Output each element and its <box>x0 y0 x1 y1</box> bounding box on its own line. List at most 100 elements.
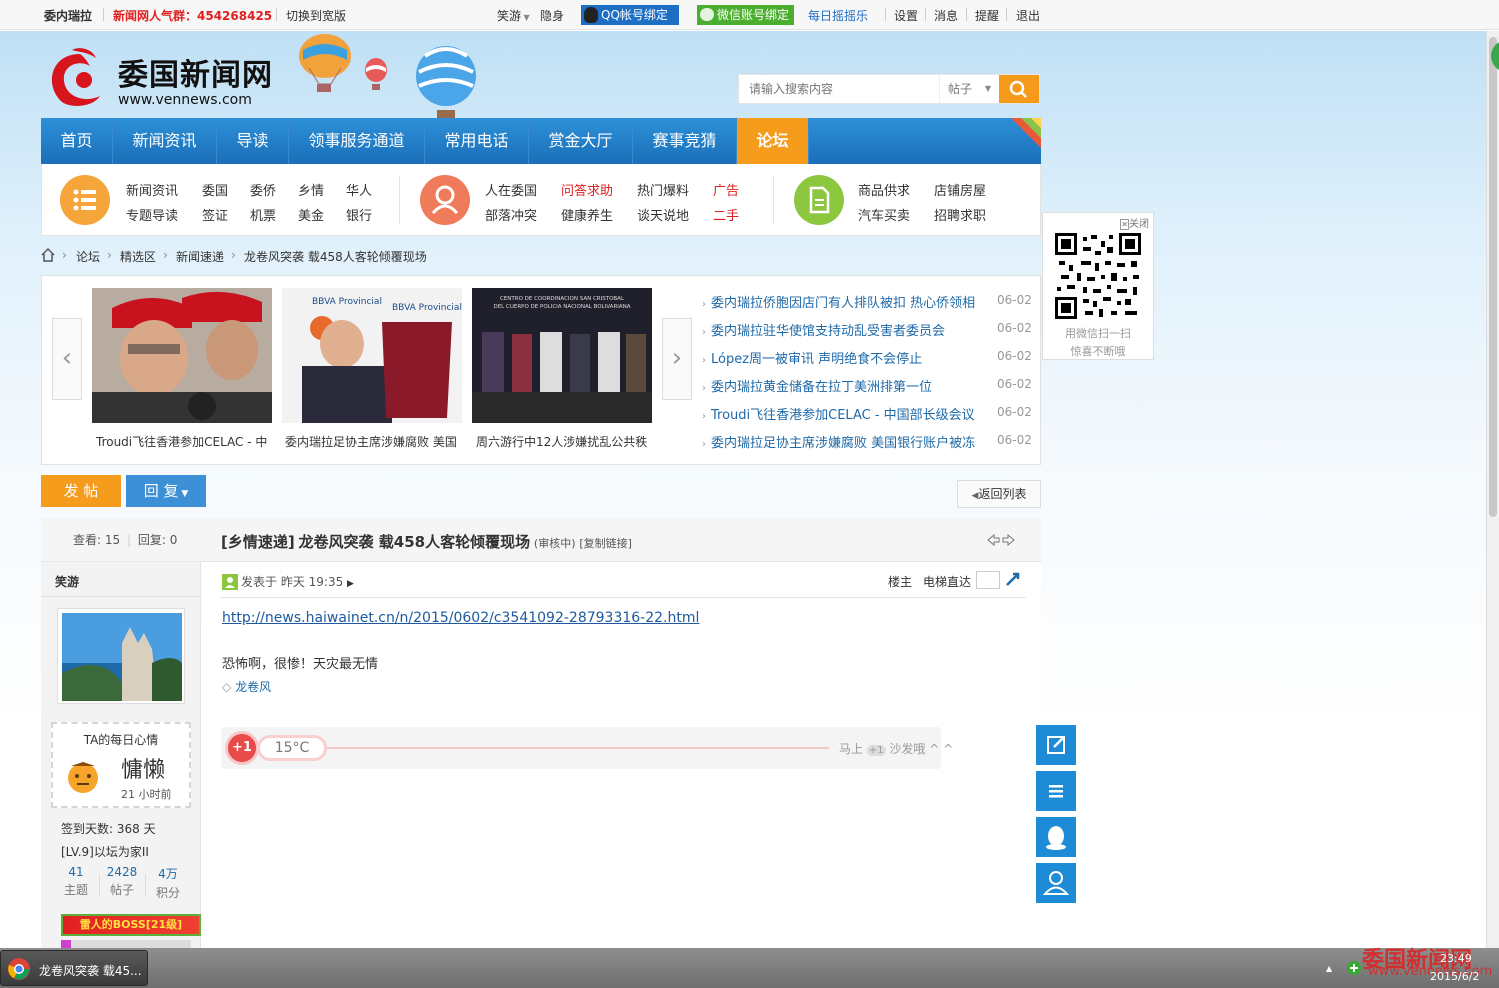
breadcrumb-forum[interactable]: 论坛 <box>76 248 100 265</box>
nav-guide[interactable]: 导读 <box>217 118 289 164</box>
wechat-qr-popup: ✕关闭 用微信扫一扫 惊喜不断哦 <box>1042 212 1154 360</box>
logout-link[interactable]: 退出 <box>1016 7 1040 24</box>
subnav-link[interactable]: 二手 <box>713 205 739 224</box>
subnav-link[interactable]: 问答求助 <box>561 180 613 199</box>
nav-news[interactable]: 新闻资讯 <box>113 118 217 164</box>
nav-contest[interactable]: 赛事竞猜 <box>633 118 737 164</box>
logo-url: www.vennews.com <box>118 92 252 108</box>
reply-button[interactable]: 回 复 ▼ <box>126 475 206 507</box>
post-tag[interactable]: ◇ 龙卷风 <box>222 678 271 695</box>
qr-close-button[interactable]: ✕关闭 <box>1120 215 1149 230</box>
carousel-caption[interactable]: 委内瑞拉足协主席涉嫌腐败 美国 <box>285 433 465 450</box>
stat-posts[interactable]: 2428 帖子 <box>99 865 145 898</box>
wechat-bind-button[interactable]: 微信账号绑定 <box>697 5 794 25</box>
stat-points[interactable]: 4万 积分 <box>145 865 191 901</box>
copy-link[interactable]: [复制链接] <box>579 537 632 550</box>
clock-time[interactable]: 23:49 <box>1440 952 1472 965</box>
nav-phones[interactable]: 常用电话 <box>425 118 529 164</box>
nav-home[interactable]: 首页 <box>41 118 113 164</box>
subnav-link[interactable]: 部落冲突 <box>485 205 537 224</box>
stat-threads[interactable]: 41 主题 <box>53 865 99 898</box>
go-arrow-icon[interactable] <box>1005 571 1021 587</box>
post-link[interactable]: http://news.haiwainet.cn/n/2015/0602/c35… <box>222 610 699 626</box>
site-logo[interactable]: 委国新闻网 www.vennews.com <box>40 46 280 110</box>
prev-next-thread-icon[interactable] <box>986 533 1016 547</box>
messages-link[interactable]: 消息 <box>934 7 958 24</box>
qq-bind-button[interactable]: QQ帐号绑定 <box>581 5 679 25</box>
breadcrumb-current[interactable]: 龙卷风突袭 载458人客轮倾覆现场 <box>244 248 427 265</box>
shake-link[interactable]: 每日摇摇乐 <box>808 7 868 24</box>
news-item[interactable]: › 委内瑞拉足协主席涉嫌腐败 美国银行账户被冻 06-02 <box>702 432 1032 451</box>
svg-text:DEL CUERPO DE POLICIA NACIONAL: DEL CUERPO DE POLICIA NACIONAL BOLIVARIA… <box>493 304 630 310</box>
scrollbar-thumb[interactable] <box>1489 37 1497 517</box>
search-category-select[interactable]: 帖子 ▼ <box>939 75 999 103</box>
settings-link[interactable]: 设置 <box>894 7 918 24</box>
carousel-next-button[interactable]: › <box>662 318 692 400</box>
news-item[interactable]: › 委内瑞拉驻华使馆支持动乱受害者委员会 06-02 <box>702 320 1032 339</box>
subnav-link[interactable]: 热门爆料 <box>637 180 689 199</box>
subnav-link[interactable]: 谈天说地 <box>637 205 689 224</box>
invisible-link[interactable]: 隐身 <box>540 7 564 24</box>
subnav-link[interactable]: 人在委国 <box>485 180 537 199</box>
subnav-link[interactable]: 广告 <box>713 180 739 199</box>
subnav-link[interactable]: 乡情 <box>298 180 324 199</box>
new-post-button[interactable]: 发 帖 <box>41 475 121 507</box>
page-scrollbar[interactable] <box>1486 31 1499 948</box>
tray-expand-icon[interactable]: ▲ <box>1326 964 1332 973</box>
avatar[interactable] <box>57 608 185 704</box>
subnav-link[interactable]: 健康养生 <box>561 205 613 224</box>
reminders-link[interactable]: 提醒 <box>975 7 999 24</box>
subnav-link[interactable]: 新闻资讯 <box>126 180 178 199</box>
nav-consular[interactable]: 领事服务通道 <box>289 118 425 164</box>
back-to-list-button[interactable]: ◀返回列表 <box>957 480 1041 508</box>
subnav-link[interactable]: 汽车买卖 <box>858 205 910 224</box>
floor-label: 楼主 <box>888 575 913 589</box>
subnav-link[interactable]: 美金 <box>298 205 324 224</box>
subnav-link[interactable]: 委国 <box>202 180 228 199</box>
news-item[interactable]: › López周一被审讯 声明绝食不会停止 06-02 <box>702 348 1032 367</box>
username-menu[interactable]: 笑游 ▼ <box>497 7 530 24</box>
carousel-caption[interactable]: 周六游行中12人涉嫌扰乱公共秩 <box>476 433 656 450</box>
carousel-caption[interactable]: Troudi飞往香港参加CELAC - 中 <box>96 433 276 450</box>
quick-post-button[interactable] <box>1036 725 1076 765</box>
rate-bar: +1 15°C 马上 +1 沙发哦 ^ ^ <box>221 727 953 769</box>
list-button[interactable] <box>1036 771 1076 811</box>
user-center-button[interactable] <box>1036 863 1076 903</box>
subnav-link[interactable]: 机票 <box>250 205 276 224</box>
carousel-image[interactable]: CENTRO DE COORDINACION SAN CRISTOBAL DEL… <box>472 288 652 423</box>
nav-forum[interactable]: 论坛 <box>737 118 809 164</box>
author-name[interactable]: 笑游 <box>55 573 79 590</box>
nav-bounty[interactable]: 赏金大厅 <box>529 118 633 164</box>
search-button[interactable] <box>999 75 1039 103</box>
news-item[interactable]: › 委内瑞拉黄金储备在拉丁美洲排第一位 06-02 <box>702 376 1032 395</box>
carousel-image[interactable] <box>92 288 272 423</box>
network-icon[interactable] <box>1346 960 1362 976</box>
carousel-image[interactable]: BBVA Provincial BBVA Provincial <box>282 288 462 423</box>
taskbar-browser-window[interactable]: 龙卷风突袭 载45... <box>0 950 148 986</box>
region-label[interactable]: 委内瑞拉 <box>44 7 92 24</box>
subnav-link[interactable]: 委侨 <box>250 180 276 199</box>
qq-group-link[interactable]: 新闻网人气群：454268425 <box>113 7 272 24</box>
mood-emoji-icon <box>68 762 98 793</box>
news-item[interactable]: › 委内瑞拉侨胞因店门有人排队被扣 热心侨领相 06-02 <box>702 292 1032 311</box>
temperature-value: 15°C <box>257 735 327 761</box>
subnav-link[interactable]: 招聘求职 <box>934 205 986 224</box>
search-input[interactable] <box>739 75 939 103</box>
news-item[interactable]: › Troudi飞往香港参加CELAC - 中国部长级会议 06-02 <box>702 404 1032 423</box>
switch-width-link[interactable]: 切换到宽版 <box>286 7 346 24</box>
breadcrumb-section[interactable]: 精选区 <box>120 248 156 265</box>
qq-service-button[interactable] <box>1036 817 1076 857</box>
clock-date[interactable]: 2015/6/2 <box>1430 970 1479 983</box>
author-panel: 笑游 TA的每日心情 慵懒 21 小时前 签到天数: 368 天 [LV.9]以… <box>41 562 201 948</box>
subnav-link[interactable]: 华人 <box>346 180 372 199</box>
subnav-link[interactable]: 签证 <box>202 205 228 224</box>
carousel-prev-button[interactable]: ‹ <box>52 318 82 400</box>
plus-one-button[interactable]: +1 <box>225 731 259 765</box>
subnav-link[interactable]: 店铺房屋 <box>934 180 986 199</box>
home-icon[interactable] <box>40 247 56 263</box>
subnav-link[interactable]: 专题导读 <box>126 205 178 224</box>
jump-to-floor-input[interactable] <box>976 571 1000 589</box>
subnav-link[interactable]: 商品供求 <box>858 180 910 199</box>
subnav-link[interactable]: 银行 <box>346 205 372 224</box>
breadcrumb-sub[interactable]: 新闻速递 <box>176 248 224 265</box>
